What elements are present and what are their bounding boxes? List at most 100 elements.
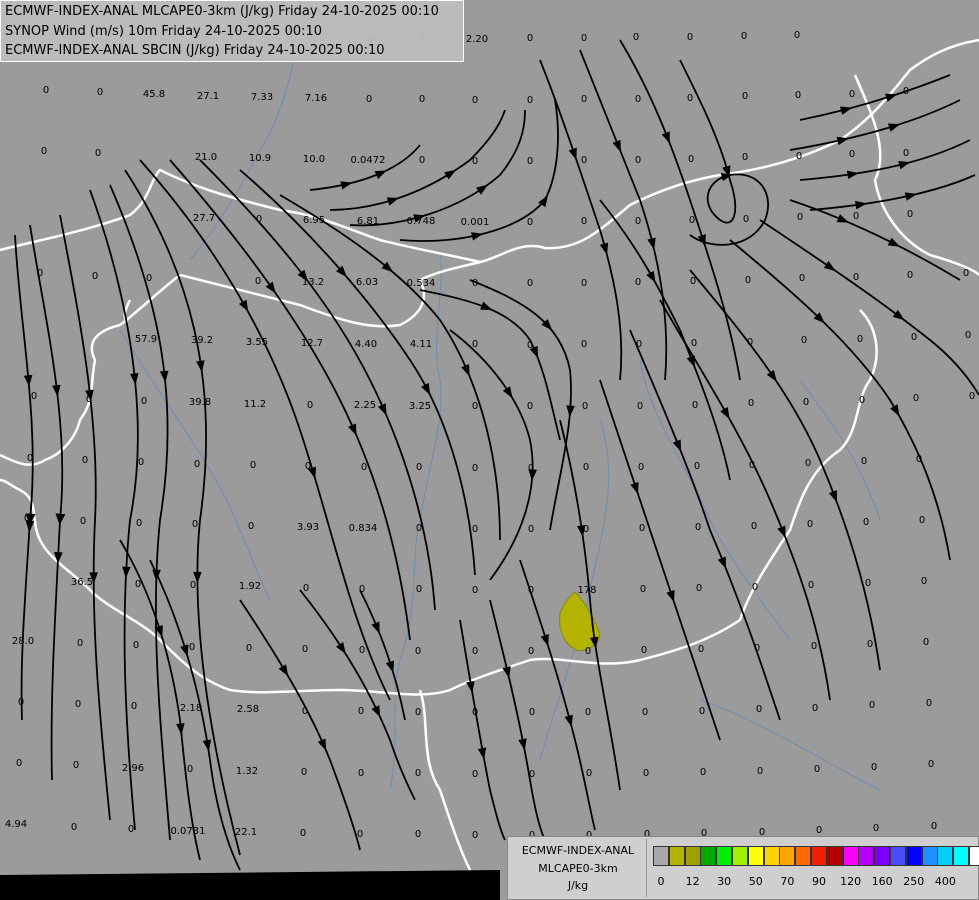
sbcin-value-label: 0	[581, 278, 587, 289]
sbcin-value-label: 0	[742, 91, 748, 102]
sbcin-value-label: 0	[82, 455, 88, 466]
map-title-box: ECMWF-INDEX-ANAL MLCAPE0-3km (J/kg) Frid…	[0, 0, 464, 62]
sbcin-value-label: 0	[86, 394, 92, 405]
sbcin-value-label: 1.32	[236, 766, 258, 777]
legend-tick-label: 50	[748, 875, 763, 888]
sbcin-value-label: 0.0731	[171, 826, 206, 837]
sbcin-value-label: 0	[303, 583, 309, 594]
sbcin-value-label: 0	[797, 212, 803, 223]
sbcin-value-label: 0	[41, 146, 47, 157]
sbcin-value-label: 0	[698, 644, 704, 655]
legend-tick-label: 0	[657, 875, 665, 888]
sbcin-value-label: 0	[31, 391, 37, 402]
sbcin-value-label: 2.58	[237, 704, 259, 715]
sbcin-value-label: 0	[75, 699, 81, 710]
sbcin-value-label: 0.0472	[351, 155, 386, 166]
sbcin-value-label: 0	[472, 278, 478, 289]
sbcin-value-label: 0	[419, 155, 425, 166]
sbcin-value-label: 0	[586, 768, 592, 779]
sbcin-value-label: 0	[415, 768, 421, 779]
sbcin-value-label: 11.2	[244, 399, 266, 410]
sbcin-value-label: 0	[527, 95, 533, 106]
legend-color-swatch	[763, 846, 780, 866]
sbcin-value-label: 0	[97, 87, 103, 98]
sbcin-value-label: 0	[527, 33, 533, 44]
sbcin-value-label: 0	[748, 398, 754, 409]
sbcin-value-label: 0	[581, 94, 587, 105]
sbcin-value-label: 0	[585, 707, 591, 718]
legend-color-swatch	[858, 846, 875, 866]
sbcin-value-label: 0	[138, 457, 144, 468]
sbcin-value-label: 0	[307, 400, 313, 411]
legend-color-swatch	[811, 846, 827, 866]
sbcin-value-label: 0	[690, 276, 696, 287]
sbcin-value-label: 0	[528, 646, 534, 657]
sbcin-value-label: 0	[256, 214, 262, 225]
sbcin-value-label: 10.9	[249, 153, 271, 164]
legend-tick-label: 30	[717, 875, 732, 888]
sbcin-value-label: 0	[95, 148, 101, 159]
sbcin-value-label: 2.96	[122, 763, 144, 774]
sbcin-value-label: 3.25	[409, 401, 431, 412]
sbcin-value-label: 0	[687, 32, 693, 43]
sbcin-value-label: 0	[27, 453, 33, 464]
sbcin-value-label: 0	[581, 216, 587, 227]
sbcin-value-label: 0	[812, 703, 818, 714]
sbcin-value-label: 0	[694, 461, 700, 472]
sbcin-value-label: 0	[636, 339, 642, 350]
legend-color-swatch	[953, 846, 970, 866]
sbcin-value-label: 57.9	[135, 334, 157, 345]
sbcin-value-label: 0	[527, 340, 533, 351]
sbcin-value-label: 0	[931, 821, 937, 832]
sbcin-value-label: 4.11	[410, 339, 432, 350]
sbcin-value-label: 0	[859, 395, 865, 406]
sbcin-value-label: 0	[903, 148, 909, 159]
sbcin-value-label: 0	[528, 524, 534, 535]
sbcin-value-label: 7.16	[305, 93, 327, 104]
legend-color-swatch	[700, 846, 717, 866]
sbcin-value-label: 0	[80, 516, 86, 527]
sbcin-value-label: 0	[795, 90, 801, 101]
sbcin-value-label: 0	[814, 764, 820, 775]
sbcin-value-label: 0	[965, 330, 971, 341]
sbcin-value-label: 0	[305, 461, 311, 472]
sbcin-value-label: 22.1	[235, 827, 257, 838]
sbcin-value-label: 0	[751, 521, 757, 532]
sbcin-value-label: 0	[419, 94, 425, 105]
legend-divider	[646, 839, 647, 897]
sbcin-value-label: 0	[873, 823, 879, 834]
sbcin-value-label: 0	[358, 768, 364, 779]
title-line-cin: ECMWF-INDEX-ANAL SBCIN (J/kg) Friday 24-…	[5, 43, 385, 58]
sbcin-value-label: 0	[141, 396, 147, 407]
sbcin-value-label: 0	[857, 334, 863, 345]
sbcin-value-label: 39.2	[191, 335, 213, 346]
sbcin-value-label: 0	[472, 95, 478, 106]
title-line-wind: SYNOP Wind (m/s) 10m Friday 24-10-2025 0…	[5, 24, 323, 39]
sbcin-value-label: 0	[416, 523, 422, 534]
sbcin-value-label: 0	[867, 639, 873, 650]
sbcin-value-label: 0	[131, 701, 137, 712]
legend-color-swatch	[668, 846, 685, 866]
sbcin-value-label: 0	[747, 337, 753, 348]
legend-unit-label: J/kg	[567, 879, 589, 892]
sbcin-value-label: 0	[635, 277, 641, 288]
sbcin-value-label: 0	[192, 519, 198, 530]
sbcin-value-label: 0	[696, 583, 702, 594]
sbcin-value-label: 0	[472, 401, 478, 412]
sbcin-value-label: 0	[472, 585, 478, 596]
sbcin-value-label: 0	[361, 462, 367, 473]
legend-color-swatch	[779, 846, 796, 866]
sbcin-value-label: 0	[416, 462, 422, 473]
legend-tick-label: 160	[871, 875, 893, 888]
sbcin-value-label: 0	[472, 830, 478, 841]
sbcin-value-label: 0	[472, 156, 478, 167]
sbcin-value-label: 21.0	[195, 152, 217, 163]
sbcin-value-label: 0	[635, 216, 641, 227]
sbcin-value-label: 0	[583, 462, 589, 473]
sbcin-value-label: 0	[849, 149, 855, 160]
weather-map: 0 0 45.8 27.1 7.33 7.16 0 0 0 0 0 0 0 0 0 0 0 0 0 2.20 0 0 0 0 0…	[0, 0, 979, 900]
legend-color-swatch	[795, 846, 812, 866]
sbcin-value-label: 0	[799, 273, 805, 284]
sbcin-value-label: 10.0	[303, 154, 325, 165]
sbcin-value-label: 13.2	[302, 277, 324, 288]
